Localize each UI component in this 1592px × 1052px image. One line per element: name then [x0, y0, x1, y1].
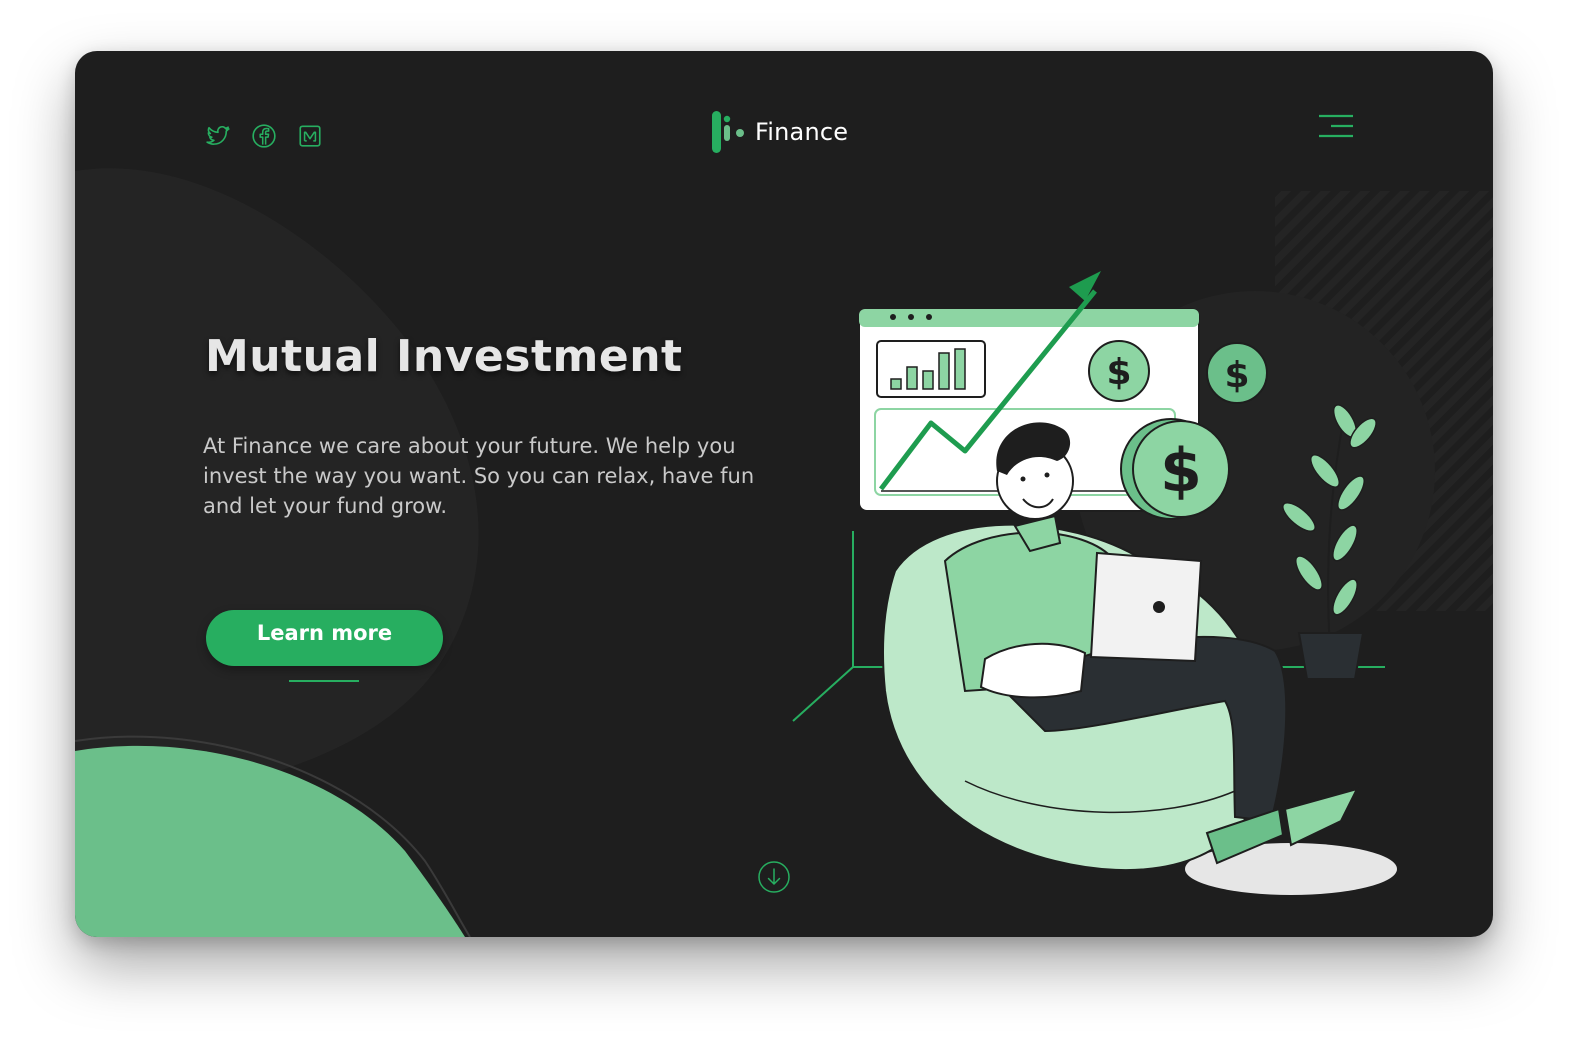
cta-underline: [289, 680, 359, 682]
learn-more-button[interactable]: Learn more: [206, 610, 443, 666]
svg-text:$: $: [1106, 352, 1131, 393]
plant-illustration: [1282, 404, 1377, 680]
twitter-icon[interactable]: [205, 123, 231, 149]
brand-name: Finance: [755, 118, 849, 146]
page-window: Finance Mutual Investment At Finance we …: [75, 51, 1493, 937]
facebook-icon[interactable]: [251, 123, 277, 149]
medium-icon[interactable]: [297, 123, 323, 149]
social-links: [205, 123, 323, 149]
logo-icon: [712, 111, 744, 153]
hero-description: At Finance we care about your future. We…: [203, 434, 755, 518]
man-on-beanbag-with-laptop-illustration: $ $ $: [792, 271, 1397, 895]
svg-text:$: $: [1224, 355, 1249, 396]
svg-text:$: $: [1160, 436, 1202, 506]
brand-logo[interactable]: Finance: [711, 111, 848, 153]
hamburger-menu-icon[interactable]: [1315, 113, 1359, 141]
hero-title: Mutual Investment: [205, 331, 683, 382]
